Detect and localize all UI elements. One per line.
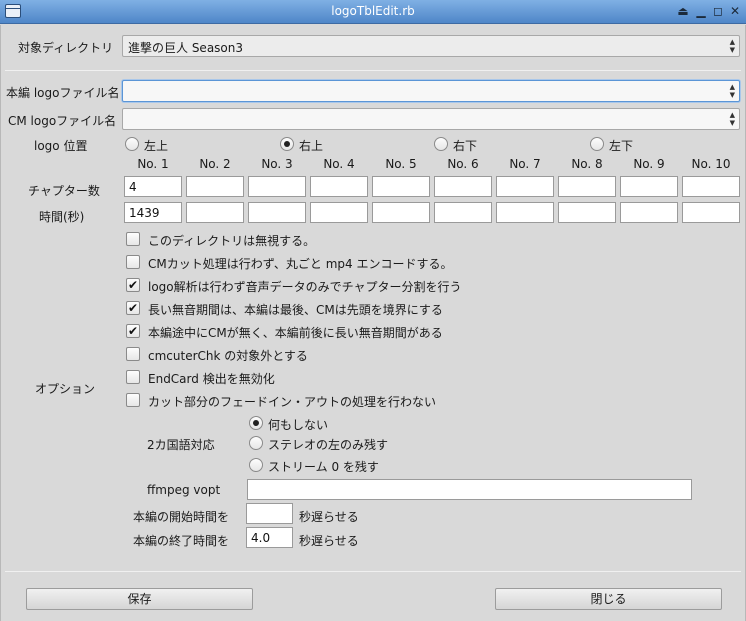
chapter-header-9: No. 9 xyxy=(633,157,665,171)
opt-cmcuterchk-exclude-checkbox[interactable] xyxy=(126,347,140,361)
chapter-count-10[interactable] xyxy=(682,176,740,197)
target-dir-value: 進撃の巨人 Season3 xyxy=(128,41,244,55)
bilingual-left-label: ステレオの左のみ残す xyxy=(268,438,389,452)
chapter-header-1: No. 1 xyxy=(137,157,169,171)
logo-pos-bottom-left-label: 左下 xyxy=(609,139,634,153)
dialog-body: 対象ディレクトリ 進撃の巨人 Season3 ▲ ▼ 本編 logoファイル名 ▲… xyxy=(0,25,746,621)
chapter-time-8[interactable] xyxy=(558,202,616,223)
chapter-time-7[interactable] xyxy=(496,202,554,223)
chapter-count-9[interactable] xyxy=(620,176,678,197)
chapter-count-7[interactable] xyxy=(496,176,554,197)
chapter-time-10[interactable] xyxy=(682,202,740,223)
chapter-count-3[interactable] xyxy=(248,176,306,197)
opt-no-mid-cm-checkbox[interactable]: ✔ xyxy=(126,324,140,338)
separator xyxy=(5,70,741,71)
opt-no-fade-checkbox[interactable] xyxy=(126,393,140,407)
combo-arrows-icon: ▲ ▼ xyxy=(729,111,735,127)
opt-audio-only-checkbox[interactable]: ✔ xyxy=(126,278,140,292)
start-delay-suffix: 秒遅らせる xyxy=(299,510,359,524)
opt-no-mid-cm-label: 本編途中にCMが無く、本編前後に長い無音期間がある xyxy=(148,326,443,340)
chapter-count-1[interactable] xyxy=(124,176,182,197)
logo-pos-top-right-label: 右上 xyxy=(299,139,324,153)
window-title: logoTblEdit.rb xyxy=(331,4,415,18)
chapter-time-4[interactable] xyxy=(310,202,368,223)
end-delay-input[interactable] xyxy=(246,527,293,548)
chapter-count-4[interactable] xyxy=(310,176,368,197)
combo-arrows-icon: ▲ ▼ xyxy=(729,83,735,99)
chapter-header-8: No. 8 xyxy=(571,157,603,171)
chapter-header-5: No. 5 xyxy=(385,157,417,171)
end-delay-suffix: 秒遅らせる xyxy=(299,534,359,548)
options-label: オプション xyxy=(35,382,96,396)
bilingual-left-radio[interactable] xyxy=(249,436,263,450)
cm-logo-combo[interactable]: ▲ ▼ xyxy=(122,108,740,130)
chapter-header-7: No. 7 xyxy=(509,157,541,171)
chapter-count-8[interactable] xyxy=(558,176,616,197)
chapter-time-9[interactable] xyxy=(620,202,678,223)
bilingual-none-radio[interactable] xyxy=(249,416,263,430)
target-dir-label: 対象ディレクトリ xyxy=(18,41,114,55)
logo-pos-bottom-left-radio[interactable] xyxy=(590,137,604,151)
chapter-time-6[interactable] xyxy=(434,202,492,223)
opt-ignore-dir-checkbox[interactable] xyxy=(126,232,140,246)
start-delay-label: 本編の開始時間を xyxy=(133,510,230,524)
bilingual-stream0-label: ストリーム 0 を残す xyxy=(268,460,379,474)
ffmpeg-vopt-label: ffmpeg vopt xyxy=(147,483,221,497)
opt-silence-boundary-label: 長い無音期間は、本編は最後、CMは先頭を境界にする xyxy=(148,303,443,317)
save-button[interactable]: 保存 xyxy=(26,588,253,610)
chapter-header-10: No. 10 xyxy=(691,157,731,171)
chapter-count-5[interactable] xyxy=(372,176,430,197)
close-icon[interactable]: ✕ xyxy=(727,3,743,19)
logo-position-label: logo 位置 xyxy=(34,139,88,153)
opt-endcard-disable-label: EndCard 検出を無効化 xyxy=(148,372,275,386)
chapter-time-2[interactable] xyxy=(186,202,244,223)
chapter-header-4: No. 4 xyxy=(323,157,355,171)
opt-audio-only-label: logo解析は行わず音声データのみでチャプター分割を行う xyxy=(148,280,462,294)
chapter-time-5[interactable] xyxy=(372,202,430,223)
chapter-count-6[interactable] xyxy=(434,176,492,197)
logo-pos-bottom-right-radio[interactable] xyxy=(434,137,448,151)
opt-ignore-dir-label: このディレクトリは無視する。 xyxy=(148,234,316,248)
opt-no-cmcut-checkbox[interactable] xyxy=(126,255,140,269)
chapter-header-6: No. 6 xyxy=(447,157,479,171)
chapter-header-3: No. 3 xyxy=(261,157,293,171)
combo-arrows-icon: ▲ ▼ xyxy=(729,38,735,54)
maximize-icon[interactable]: ◻ xyxy=(710,3,726,19)
start-delay-input[interactable] xyxy=(246,503,293,524)
opt-silence-boundary-checkbox[interactable]: ✔ xyxy=(126,301,140,315)
ffmpeg-vopt-input[interactable] xyxy=(247,479,692,500)
opt-endcard-disable-checkbox[interactable] xyxy=(126,370,140,384)
title-bar: logoTblEdit.rb ⏏ ▁ ◻ ✕ xyxy=(0,0,746,24)
opt-no-fade-label: カット部分のフェードイン・アウトの処理を行わない xyxy=(148,395,437,409)
chapter-time-label: 時間(秒) xyxy=(39,210,85,224)
bilingual-stream0-radio[interactable] xyxy=(249,458,263,472)
chapter-time-3[interactable] xyxy=(248,202,306,223)
logo-pos-top-left-radio[interactable] xyxy=(125,137,139,151)
logo-pos-bottom-right-label: 右下 xyxy=(453,139,478,153)
main-logo-combo[interactable]: ▲ ▼ xyxy=(122,80,740,102)
bilingual-none-label: 何もしない xyxy=(268,418,329,432)
separator xyxy=(5,571,741,572)
logo-pos-top-right-radio[interactable] xyxy=(280,137,294,151)
cm-logo-label: CM logoファイル名 xyxy=(8,114,117,128)
logo-pos-top-left-label: 左上 xyxy=(144,139,169,153)
chapter-time-1[interactable] xyxy=(124,202,182,223)
main-logo-label: 本編 logoファイル名 xyxy=(6,86,120,100)
minimize-icon[interactable]: ▁ xyxy=(693,3,709,19)
target-dir-combo[interactable]: 進撃の巨人 Season3 ▲ ▼ xyxy=(122,35,740,57)
end-delay-label: 本編の終了時間を xyxy=(133,534,230,548)
opt-cmcuterchk-exclude-label: cmcuterChk の対象外とする xyxy=(148,349,308,363)
close-button[interactable]: 閉じる xyxy=(495,588,722,610)
chapter-count-2[interactable] xyxy=(186,176,244,197)
chapter-count-label: チャプター数 xyxy=(28,184,100,198)
opt-no-cmcut-label: CMカット処理は行わず、丸ごと mp4 エンコードする。 xyxy=(148,257,453,271)
eject-icon[interactable]: ⏏ xyxy=(675,3,691,19)
bilingual-label: 2カ国語対応 xyxy=(147,438,215,452)
chapter-header-2: No. 2 xyxy=(199,157,231,171)
